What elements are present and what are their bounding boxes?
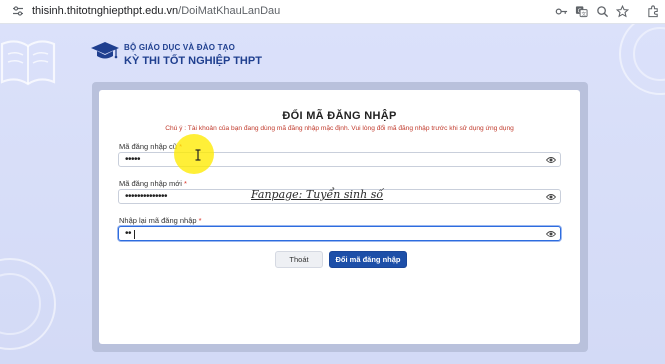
translate-icon[interactable]: G 文 (575, 5, 588, 18)
url-path: /DoiMatKhauLanDau (178, 5, 281, 17)
eye-icon[interactable] (546, 156, 556, 164)
eye-icon[interactable] (546, 230, 556, 238)
old-password-label: Mã đăng nhập cũ * (119, 142, 182, 151)
old-password-value: ••••• (125, 154, 141, 165)
fanpage-watermark: Fanpage: Tuyển sinh số (251, 188, 384, 201)
change-password-card: ĐỔI MÃ ĐĂNG NHẬP Chú ý : Tài khoản của b… (99, 90, 580, 344)
text-cursor-icon (195, 149, 201, 161)
text-caret (134, 230, 135, 239)
new-password-label: Mã đăng nhập mới * (119, 179, 187, 188)
graduation-cap-logo (91, 42, 119, 59)
url-field[interactable]: thisinh.thitotnghiepthpt.edu.vn/DoiMatKh… (32, 5, 280, 17)
org-name: BỘ GIÁO DỤC VÀ ĐÀO TẠO (124, 43, 236, 52)
form-title: ĐỔI MÃ ĐĂNG NHẬP (282, 110, 397, 122)
exam-name: KỲ THI TỐT NGHIỆP THPT (124, 55, 262, 67)
key-icon[interactable] (555, 5, 568, 18)
old-password-label-text: Mã đăng nhập cũ (119, 142, 177, 151)
confirm-password-value: •• (125, 228, 132, 239)
confirm-password-label: Nhập lại mã đăng nhập * (119, 216, 202, 225)
book-deco-icon (0, 40, 56, 86)
extensions-icon[interactable] (647, 5, 660, 18)
required-mark: * (198, 216, 202, 225)
url-host: thisinh.thitotnghiepthpt.edu.vn (32, 5, 179, 17)
required-mark: * (183, 179, 187, 188)
background-decor (0, 258, 56, 350)
form-note: Chú ý : Tài khoản của bạn đang dùng mã đ… (165, 125, 514, 132)
new-password-label-text: Mã đăng nhập mới (119, 179, 182, 188)
confirm-password-input[interactable]: •• (118, 226, 561, 241)
site-settings-icon[interactable] (12, 5, 24, 17)
browser-address-bar: thisinh.thitotnghiepthpt.edu.vn/DoiMatKh… (0, 0, 665, 24)
star-icon[interactable] (616, 5, 629, 18)
change-password-button[interactable]: Đổi mã đăng nhập (329, 251, 407, 268)
confirm-password-label-text: Nhập lại mã đăng nhập (119, 216, 197, 225)
zoom-icon[interactable] (596, 5, 609, 18)
new-password-value: •••••••••••••• (125, 191, 168, 202)
exit-button[interactable]: Thoát (275, 251, 323, 268)
eye-icon[interactable] (546, 193, 556, 201)
